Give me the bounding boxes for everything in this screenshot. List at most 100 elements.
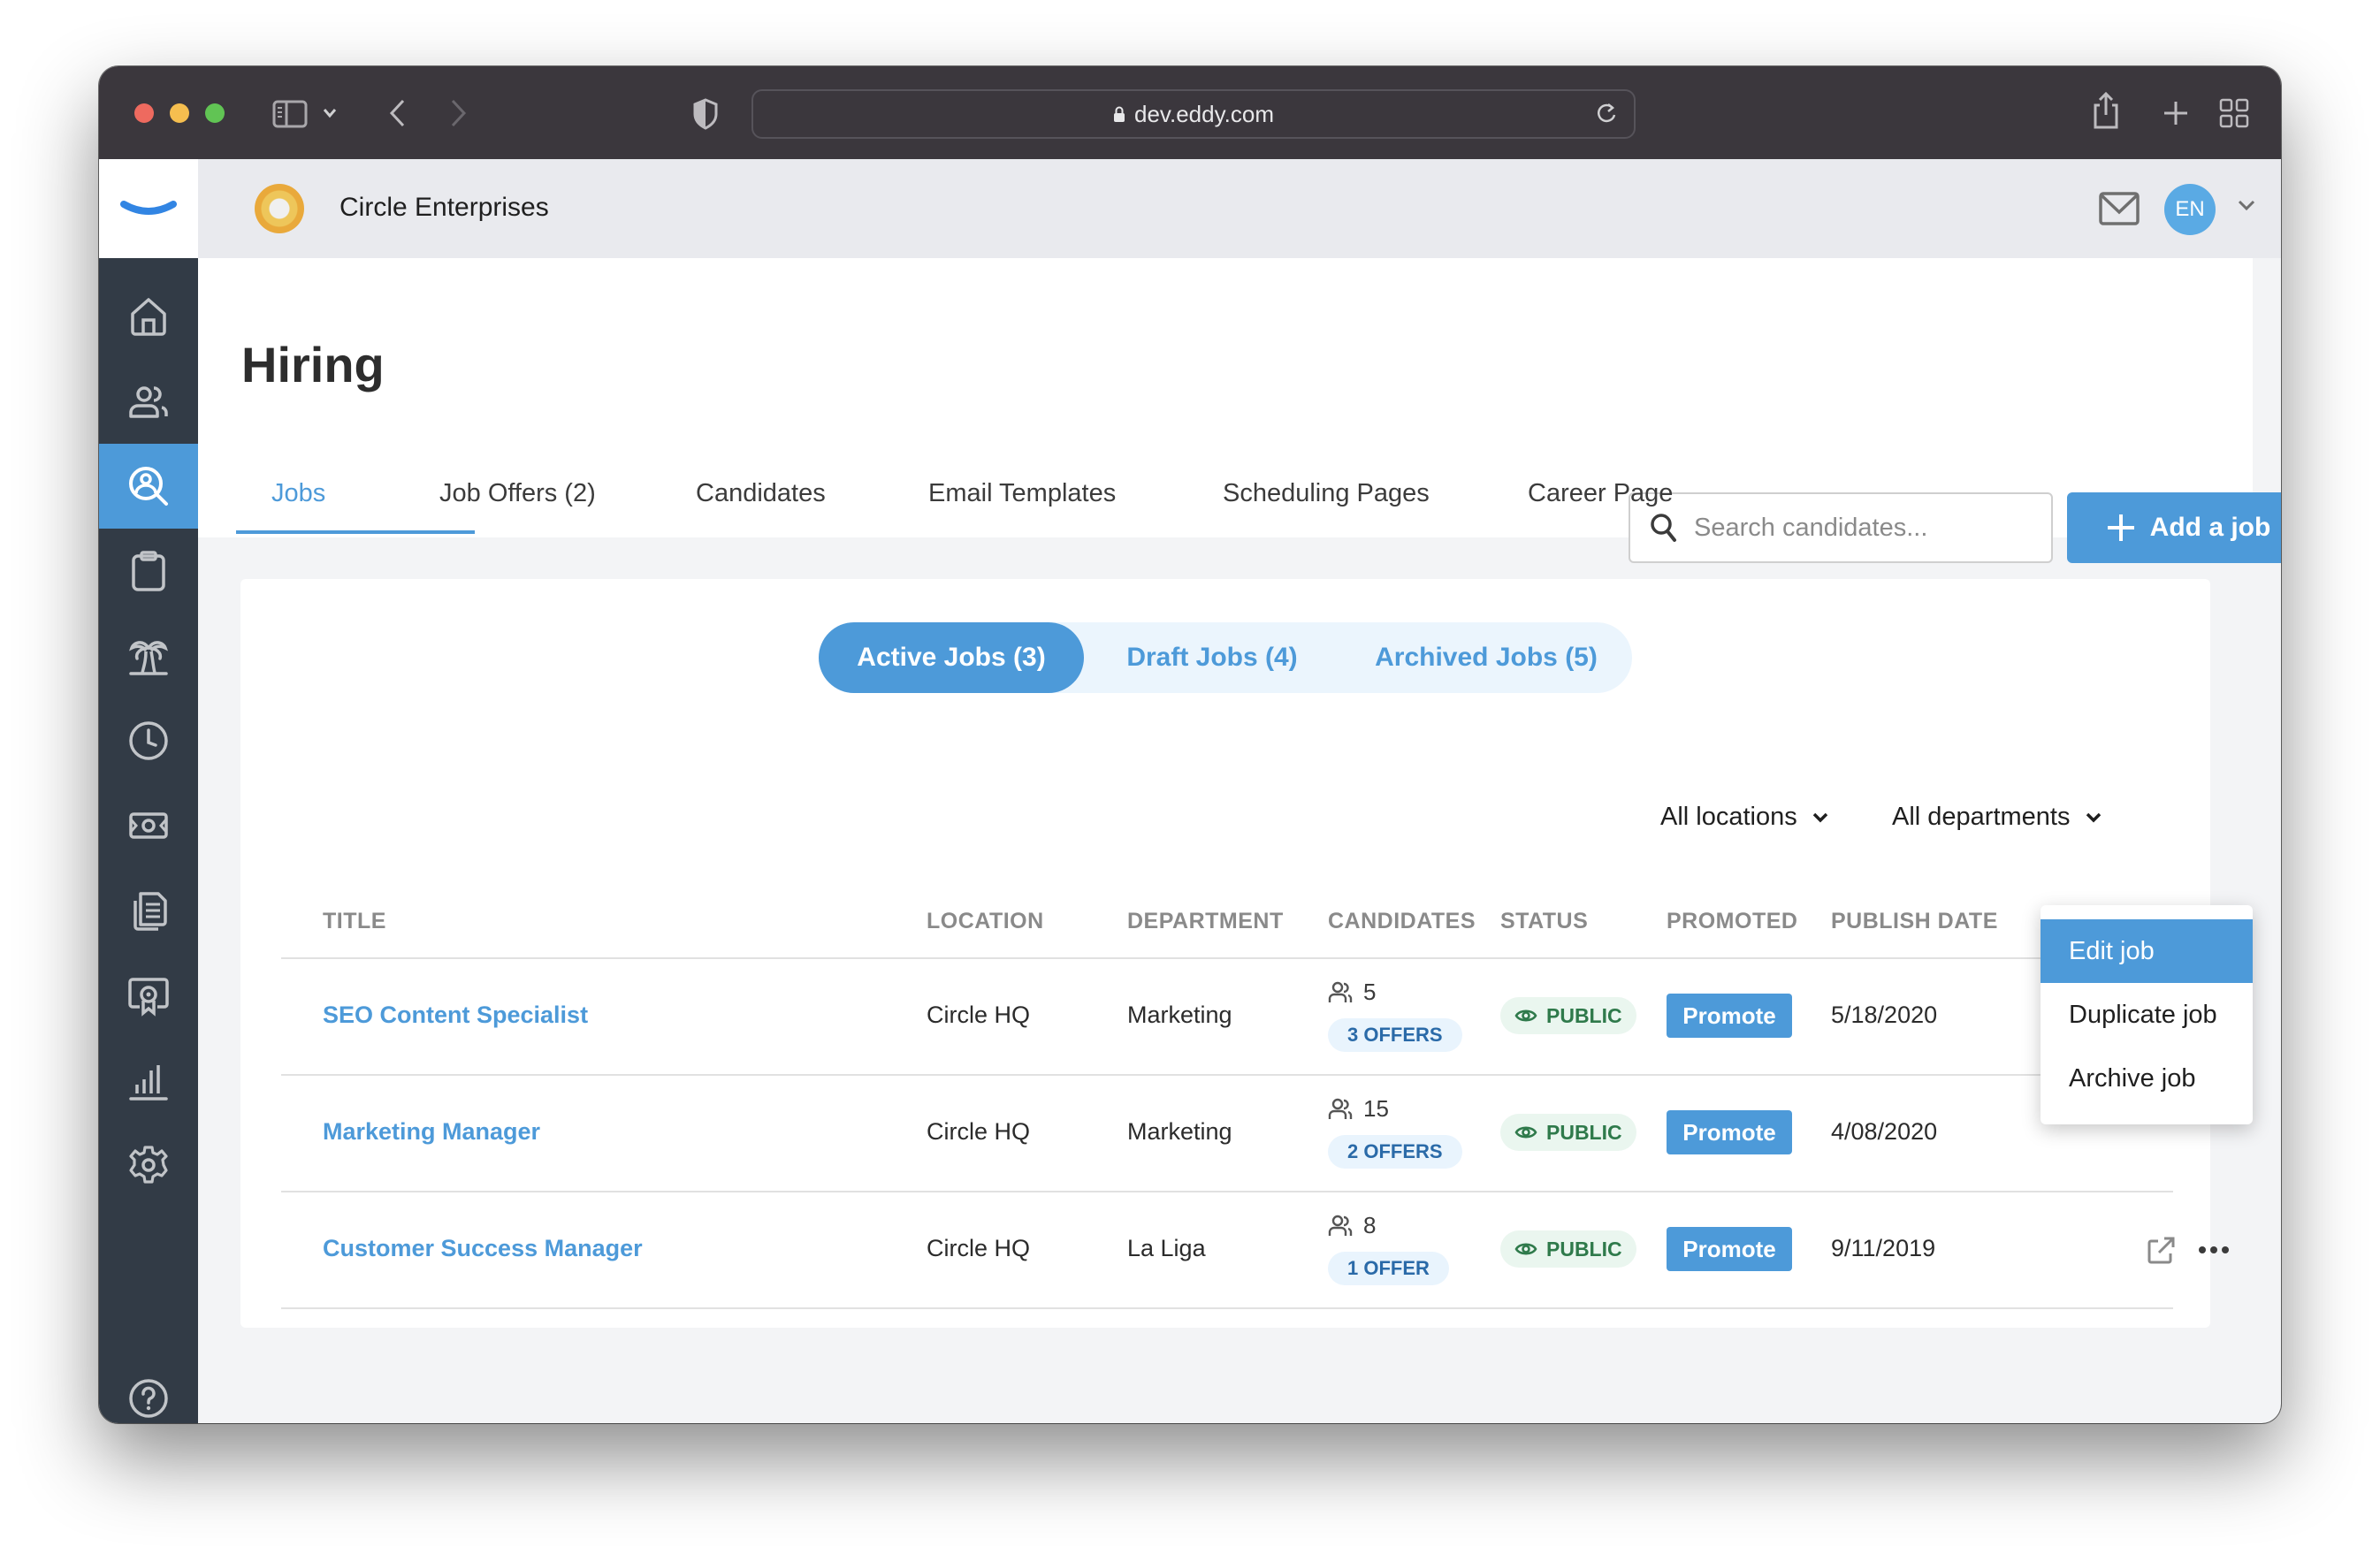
- column-header-location: LOCATION: [927, 909, 1044, 933]
- tab-overview-icon[interactable]: [2219, 98, 2249, 133]
- app-logo[interactable]: [99, 159, 198, 258]
- job-title-link[interactable]: Customer Success Manager: [323, 1235, 643, 1262]
- user-avatar[interactable]: EN: [2164, 184, 2216, 235]
- table-divider: [281, 1307, 2173, 1309]
- job-location: Circle HQ: [927, 1002, 1031, 1028]
- candidate-count[interactable]: 8: [1328, 1212, 1376, 1239]
- hiring-tabs: Jobs Job Offers (2) Candidates Email Tem…: [236, 465, 1705, 534]
- segment-archived-jobs[interactable]: Archived Jobs (5): [1340, 622, 1632, 693]
- chevron-down-icon: [2086, 812, 2101, 822]
- sidebar-item-settings[interactable]: [99, 1123, 198, 1207]
- jobs-card: Active Jobs (3) Draft Jobs (4) Archived …: [240, 579, 2229, 1328]
- tab-label: Job Offers (2): [439, 479, 596, 507]
- tab-email-templates[interactable]: Email Templates: [928, 465, 1223, 534]
- more-options-icon[interactable]: [2198, 1244, 2230, 1260]
- tab-label: Candidates: [696, 479, 826, 507]
- tab-candidates[interactable]: Candidates: [696, 465, 928, 534]
- page-header-area: Hiring Add a job Jobs Job Offers (2) Can…: [198, 258, 2281, 563]
- sidebar-item-time-tracking[interactable]: [99, 698, 198, 783]
- company-logo: [255, 184, 304, 233]
- publish-date: 4/08/2020: [1831, 1118, 1938, 1145]
- sidebar-item-home[interactable]: [99, 274, 198, 359]
- browser-window: dev.eddy.com Circle Enterprises EN Hirin…: [99, 66, 2281, 1423]
- minimize-window-button[interactable]: [170, 103, 189, 123]
- forward-icon[interactable]: [449, 98, 469, 133]
- location-filter[interactable]: All locations: [1660, 803, 1829, 832]
- shield-icon[interactable]: [693, 98, 718, 134]
- sidebar-toggle-icon[interactable]: [272, 100, 308, 133]
- table-divider: [281, 1074, 2173, 1076]
- promote-button[interactable]: Promote: [1667, 994, 1792, 1038]
- sidebar-item-documents[interactable]: [99, 868, 198, 953]
- lock-icon: [1113, 106, 1125, 122]
- sidebar-item-training[interactable]: [99, 953, 198, 1038]
- table-divider: [281, 957, 2173, 959]
- add-job-button[interactable]: Add a job: [2067, 492, 2281, 563]
- status-badge: PUBLIC: [1500, 1230, 1636, 1268]
- back-icon[interactable]: [387, 98, 407, 133]
- department-filter[interactable]: All departments: [1892, 803, 2102, 832]
- sidebar: [99, 159, 198, 1423]
- column-header-title: TITLE: [323, 909, 386, 933]
- sidebar-item-time-off[interactable]: [99, 613, 198, 698]
- candidate-count[interactable]: 5: [1328, 979, 1376, 1006]
- promote-button[interactable]: Promote: [1667, 1227, 1792, 1271]
- segment-active-jobs[interactable]: Active Jobs (3): [819, 622, 1084, 693]
- reload-icon[interactable]: [1595, 102, 1620, 133]
- job-title-link[interactable]: SEO Content Specialist: [323, 1002, 588, 1029]
- tab-label: Career Page: [1528, 479, 1674, 507]
- share-icon[interactable]: [2092, 91, 2120, 134]
- tab-career-page[interactable]: Career Page: [1528, 465, 1705, 534]
- offers-badge[interactable]: 2 OFFERS: [1328, 1135, 1462, 1169]
- candidate-count[interactable]: 15: [1328, 1095, 1389, 1123]
- sidebar-item-payroll[interactable]: [99, 783, 198, 868]
- candidate-search-icon: [129, 467, 168, 506]
- menu-item-duplicate-job[interactable]: Duplicate job: [2041, 983, 2253, 1047]
- sidebar-item-people[interactable]: [99, 359, 198, 444]
- search-input[interactable]: [1694, 513, 2030, 543]
- certificate-icon: [128, 978, 169, 1017]
- job-actions-menu: Edit job Duplicate job Archive job: [2041, 905, 2253, 1124]
- external-link-icon[interactable]: [2146, 1236, 2176, 1270]
- address-bar[interactable]: dev.eddy.com: [751, 89, 1636, 139]
- plus-icon: [2107, 514, 2134, 541]
- browser-titlebar: dev.eddy.com: [99, 66, 2281, 159]
- tab-jobs[interactable]: Jobs: [236, 465, 475, 534]
- offers-badge[interactable]: 3 OFFERS: [1328, 1018, 1462, 1052]
- status-text: PUBLIC: [1546, 1003, 1622, 1027]
- tab-label: Email Templates: [928, 479, 1117, 507]
- sidebar-item-hiring[interactable]: [99, 444, 198, 529]
- eye-icon: [1514, 1009, 1537, 1022]
- offers-badge[interactable]: 1 OFFER: [1328, 1252, 1449, 1285]
- eddy-logo-icon: [120, 201, 177, 215]
- new-tab-icon[interactable]: [2163, 100, 2189, 131]
- people-icon: [129, 386, 168, 418]
- tab-job-offers[interactable]: Job Offers (2): [439, 465, 696, 534]
- candidate-count-value: 15: [1363, 1095, 1389, 1122]
- status-badge: PUBLIC: [1500, 997, 1636, 1034]
- job-title-link[interactable]: Marketing Manager: [323, 1118, 540, 1146]
- publish-date: 5/18/2020: [1831, 1002, 1938, 1028]
- menu-item-archive-job[interactable]: Archive job: [2041, 1047, 2253, 1110]
- mail-icon[interactable]: [2099, 191, 2140, 231]
- eye-icon: [1514, 1126, 1537, 1139]
- menu-item-edit-job[interactable]: Edit job: [2041, 919, 2253, 983]
- sidebar-item-help[interactable]: [99, 1356, 198, 1423]
- promote-button[interactable]: Promote: [1667, 1110, 1792, 1154]
- segment-draft-jobs[interactable]: Draft Jobs (4): [1084, 622, 1340, 693]
- page-title: Hiring: [241, 337, 385, 392]
- chevron-down-icon[interactable]: [2237, 198, 2256, 217]
- sidebar-item-reports[interactable]: [99, 1038, 198, 1123]
- close-window-button[interactable]: [134, 103, 154, 123]
- job-department: Marketing: [1127, 1118, 1232, 1145]
- sidebar-item-clipboard[interactable]: [99, 529, 198, 613]
- tab-scheduling-pages[interactable]: Scheduling Pages: [1223, 465, 1528, 534]
- job-location: Circle HQ: [927, 1235, 1031, 1261]
- home-icon: [131, 298, 166, 336]
- maximize-window-button[interactable]: [205, 103, 225, 123]
- column-header-publish-date: PUBLISH DATE: [1831, 909, 1998, 933]
- job-location: Circle HQ: [927, 1118, 1031, 1145]
- chevron-down-icon[interactable]: [322, 107, 338, 124]
- company-name: Circle Enterprises: [339, 193, 549, 222]
- table-divider: [281, 1191, 2173, 1192]
